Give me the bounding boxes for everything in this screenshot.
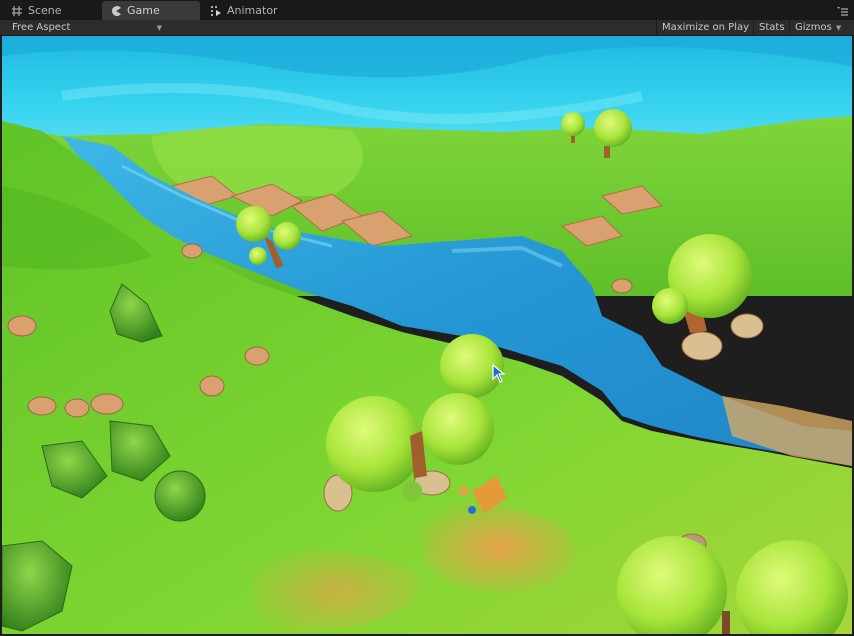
maximize-on-play-label: Maximize on Play [662,22,750,33]
game-viewport[interactable] [2,36,852,634]
tab-animator-label: Animator [227,4,278,17]
gizmos-dropdown[interactable]: Gizmos ▼ [789,20,846,35]
editor-tab-bar: Scene Game Animator [0,0,854,21]
game-render [2,36,852,634]
tab-game[interactable]: Game [102,1,200,20]
scene-grid-icon [12,5,22,16]
tab-scene[interactable]: Scene [3,1,101,20]
chevron-down-icon: ▼ [156,23,162,32]
tab-animator[interactable]: Animator [202,1,302,20]
tab-menu-icon[interactable] [836,4,848,16]
game-view-toolbar: Free Aspect ▼ Maximize on Play Stats Giz… [0,20,854,36]
tab-game-label: Game [127,4,160,17]
aspect-dropdown[interactable]: Free Aspect ▼ [4,21,168,34]
aspect-dropdown-value: Free Aspect [12,22,71,33]
animator-icon [211,5,221,16]
stats-button[interactable]: Stats [753,20,790,35]
maximize-on-play-button[interactable]: Maximize on Play [656,20,754,35]
stats-label: Stats [759,22,785,33]
gizmos-label: Gizmos [795,22,832,33]
tab-scene-label: Scene [28,4,62,17]
chevron-down-icon: ▼ [835,23,842,32]
mouse-pointer-icon [492,364,506,383]
game-pacman-icon [112,5,121,16]
